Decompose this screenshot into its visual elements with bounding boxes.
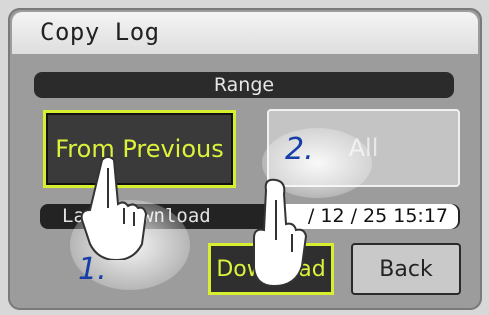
back-button[interactable]: Back xyxy=(351,243,461,295)
pointing-hand-icon xyxy=(80,156,148,260)
pointing-hand-icon xyxy=(253,178,308,288)
title-bar: Copy Log xyxy=(12,12,478,54)
step2-label: 2. xyxy=(285,132,314,167)
dialog-title: Copy Log xyxy=(40,18,160,46)
range-header: Range xyxy=(34,72,454,98)
